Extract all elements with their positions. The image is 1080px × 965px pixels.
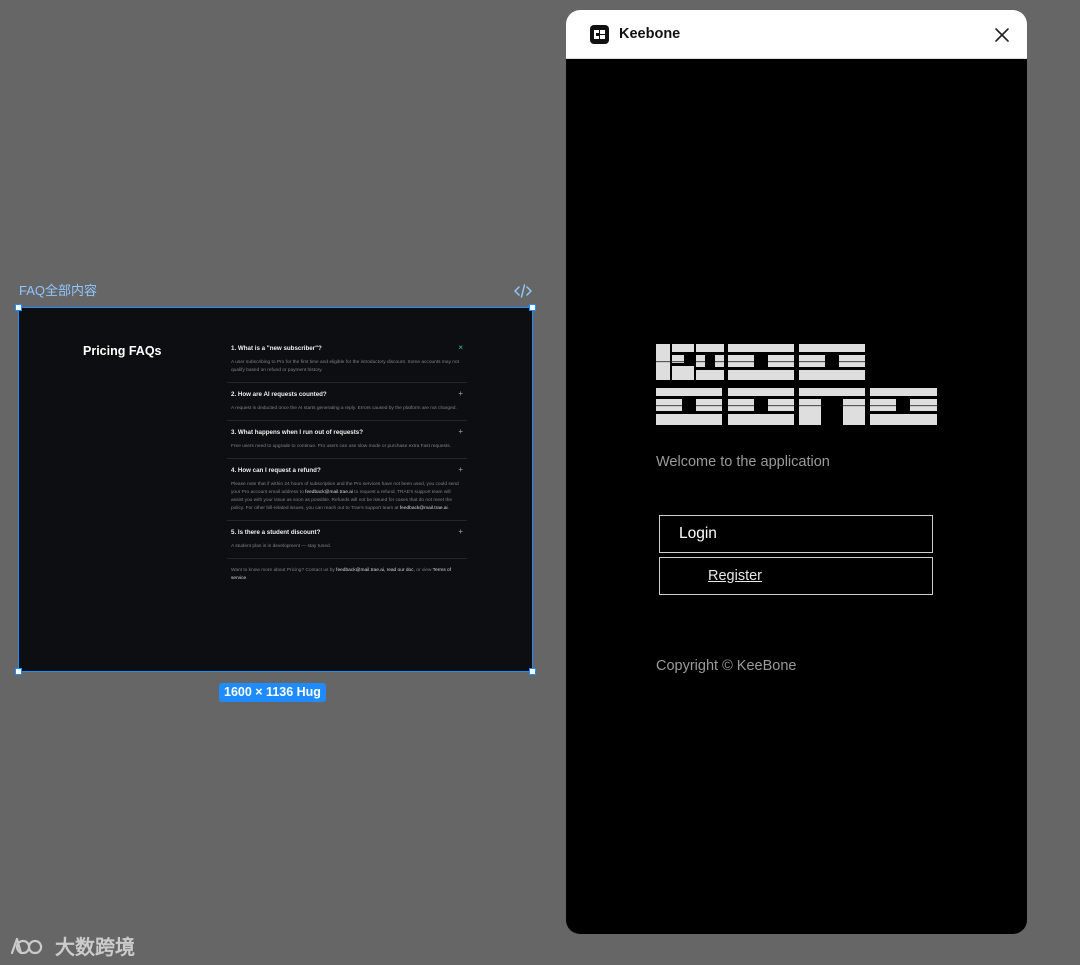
watermark: 大数跨境 <box>9 931 135 960</box>
faq-answer: A request is deducted once the AI starts… <box>231 406 457 411</box>
expand-icon[interactable]: + <box>458 427 463 437</box>
login-button[interactable]: Login <box>659 515 933 553</box>
close-icon[interactable] <box>992 25 1012 45</box>
doc-link[interactable]: , read our doc <box>384 568 414 573</box>
resize-handle-bl[interactable] <box>15 668 22 675</box>
faq-item[interactable]: 1. What is a "new subscriber"? × A user … <box>227 337 467 383</box>
faq-answer: A user subscribing to Pro for the first … <box>231 360 459 373</box>
copyright-text: Copyright © KeeBone <box>656 658 797 674</box>
welcome-text: Welcome to the application <box>656 454 830 470</box>
frame-label[interactable]: FAQ全部内容 <box>19 283 97 299</box>
expand-icon[interactable]: + <box>458 389 463 399</box>
faq-frame[interactable]: Pricing FAQs 1. What is a "new subscribe… <box>15 304 536 675</box>
resize-handle-tr[interactable] <box>529 304 536 311</box>
size-badge[interactable]: 1600 × 1136 Hug <box>219 683 326 702</box>
resize-handle-tl[interactable] <box>15 304 22 311</box>
register-button[interactable]: Register <box>659 557 933 595</box>
faq-list: 1. What is a "new subscriber"? × A user … <box>227 337 467 583</box>
faq-question[interactable]: 5. Is there a student discount? <box>231 528 467 537</box>
faq-question[interactable]: 3. What happens when I run out of reques… <box>231 428 467 437</box>
footer-text: Want to know more about Pricing? Contact… <box>231 568 337 573</box>
keebone-app-icon <box>590 25 609 44</box>
faq-item[interactable]: 3. What happens when I run out of reques… <box>227 421 467 459</box>
faq-answer: Please note that if within 24 hours of s… <box>231 481 467 513</box>
faq-footer: Want to know more about Pricing? Contact… <box>227 559 467 583</box>
faq-item[interactable]: 4. How can I request a refund? + Please … <box>227 459 467 521</box>
footer-email-link[interactable]: feedback@mail.trae.ai <box>336 568 384 573</box>
titlebar: Keebone <box>566 10 1027 59</box>
faq-question[interactable]: 2. How are AI requests counted? <box>231 390 467 399</box>
watermark-logo-icon <box>10 937 43 954</box>
email-link[interactable]: feedback@mail.trae.ai <box>305 490 353 495</box>
keebone-logo <box>656 344 937 425</box>
footer-text: . <box>246 576 248 581</box>
watermark-text: 大数跨境 <box>55 937 135 959</box>
faq-item[interactable]: 5. Is there a student discount? + A stud… <box>227 521 467 559</box>
faq-answer-text: . <box>447 506 449 511</box>
app-title: Keebone <box>619 26 681 42</box>
faq-answer: A student plan is in development — stay … <box>231 544 331 549</box>
expand-icon[interactable]: + <box>458 465 463 475</box>
resize-handle-br[interactable] <box>529 668 536 675</box>
faq-question[interactable]: 4. How can I request a refund? <box>231 466 467 475</box>
email-link[interactable]: feedback@mail.trae.ai <box>400 506 448 511</box>
faq-answer: Free users need to upgrade to continue. … <box>231 444 451 449</box>
app-window: Keebone Welcome to the application Login… <box>566 10 1027 934</box>
faq-item[interactable]: 2. How are AI requests counted? + A requ… <box>227 383 467 421</box>
faq-heading: Pricing FAQs <box>83 344 162 358</box>
collapse-icon[interactable]: × <box>458 343 463 353</box>
footer-text: , or view <box>413 568 433 573</box>
faq-question[interactable]: 1. What is a "new subscriber"? <box>231 344 467 353</box>
code-brackets-icon[interactable] <box>514 284 532 298</box>
expand-icon[interactable]: + <box>458 527 463 537</box>
